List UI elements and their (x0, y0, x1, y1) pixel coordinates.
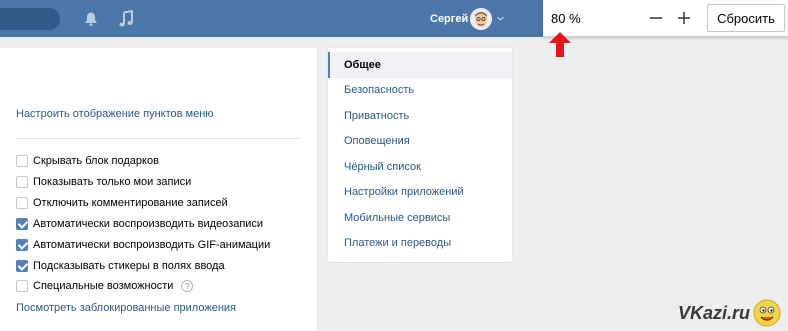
nav-item-privacy[interactable]: Приватность (328, 103, 512, 129)
nav-item-notifications[interactable]: Оповещения (328, 128, 512, 154)
option-label: Специальные возможности (33, 280, 174, 292)
option-only-my-posts[interactable]: Показывать только мои записи (16, 174, 191, 190)
music-icon[interactable] (118, 10, 134, 28)
checkbox[interactable] (16, 280, 28, 292)
zoom-panel: 80 % Сбросить (543, 0, 788, 37)
settings-nav: Общее Безопасность Приватность Оповещени… (328, 48, 512, 262)
search-field[interactable] (0, 8, 60, 30)
nav-item-security[interactable]: Безопасность (328, 77, 512, 103)
watermark: VKazi.ru (678, 303, 751, 323)
menu-settings-link[interactable]: Настроить отображение пунктов меню (16, 108, 214, 120)
zoom-in-icon[interactable] (676, 10, 692, 26)
profile-name[interactable]: Сергей (430, 13, 468, 25)
checkbox-checked[interactable] (16, 260, 28, 272)
chevron-down-icon[interactable] (496, 14, 505, 23)
nav-item-blacklist[interactable]: Чёрный список (328, 154, 512, 180)
checkbox[interactable] (16, 197, 28, 209)
option-suggest-stickers[interactable]: Подсказывать стикеры в полях ввода (16, 258, 225, 274)
nav-item-general[interactable]: Общее (328, 52, 512, 78)
nav-item-app-settings[interactable]: Настройки приложений (328, 179, 512, 205)
option-label: Подсказывать стикеры в полях ввода (33, 260, 225, 272)
divider (16, 138, 301, 139)
avatar[interactable] (470, 8, 492, 30)
checkbox[interactable] (16, 176, 28, 188)
blocked-apps-link[interactable]: Посмотреть заблокированные приложения (16, 302, 236, 314)
option-autoplay-gif[interactable]: Автоматически воспроизводить GIF-анимаци… (16, 237, 270, 253)
zoom-reset-button[interactable]: Сбросить (707, 4, 785, 32)
option-label: Автоматически воспроизводить GIF-анимаци… (33, 239, 271, 251)
help-icon[interactable]: ? (181, 280, 194, 292)
option-accessibility[interactable]: Специальные возможности ? (16, 278, 194, 294)
nav-item-payments[interactable]: Платежи и переводы (328, 230, 512, 256)
option-hide-gifts[interactable]: Скрывать блок подарков (16, 153, 159, 169)
option-label: Отключить комментирование записей (33, 197, 228, 209)
checkbox-checked[interactable] (16, 218, 28, 230)
option-label: Скрывать блок подарков (33, 155, 159, 167)
zoom-out-icon[interactable] (648, 10, 664, 26)
zoom-level: 80 % (551, 11, 581, 26)
nav-item-mobile-services[interactable]: Мобильные сервисы (328, 205, 512, 231)
option-label: Автоматически воспроизводить видеозаписи (33, 218, 264, 230)
option-label: Показывать только мои записи (33, 176, 192, 188)
arrow-up-icon (549, 32, 571, 57)
bell-icon[interactable] (83, 11, 99, 27)
option-autoplay-video[interactable]: Автоматически воспроизводить видеозаписи (16, 216, 263, 232)
checkbox-checked[interactable] (16, 239, 28, 251)
checkbox[interactable] (16, 155, 28, 167)
smiley-icon (753, 299, 781, 327)
option-disable-comments[interactable]: Отключить комментирование записей (16, 195, 228, 211)
